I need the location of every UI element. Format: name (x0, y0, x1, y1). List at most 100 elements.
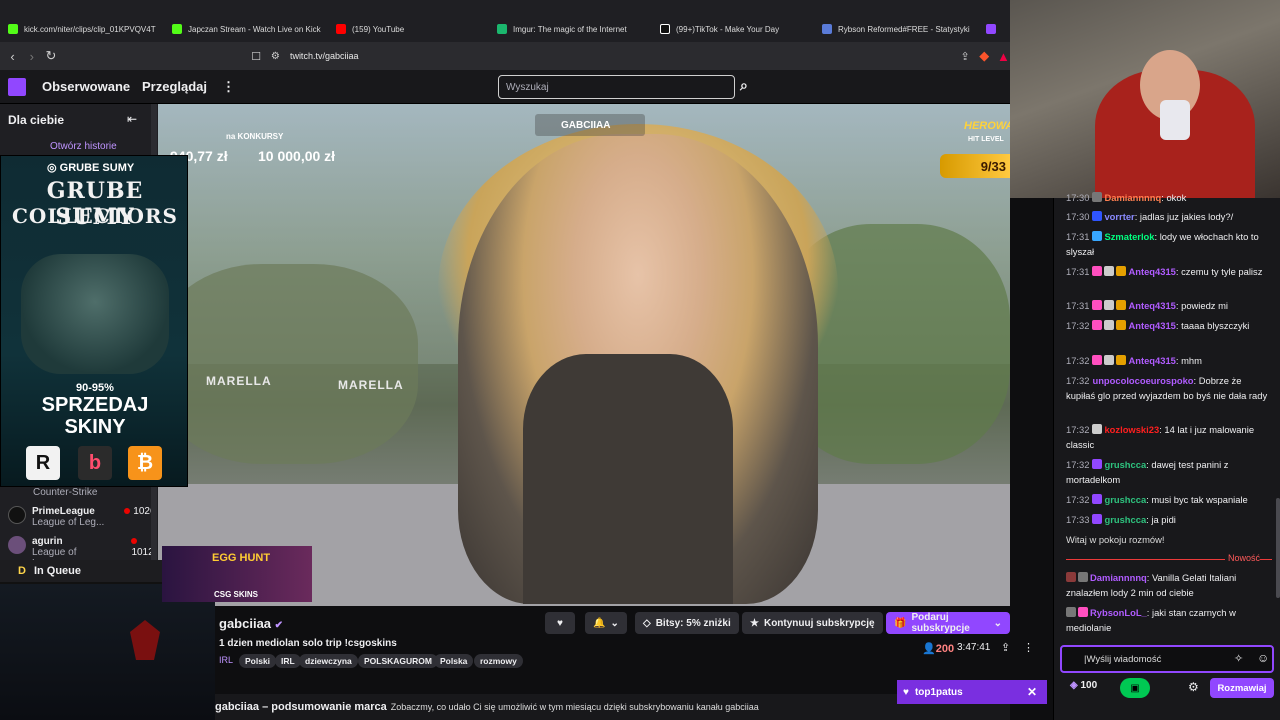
viewer-count: 👤200 (922, 643, 955, 655)
chat-send-button[interactable]: Rozmawiaj (1210, 678, 1274, 698)
chat-scrollbar[interactable] (1276, 498, 1280, 598)
streamer-name[interactable]: gabciiaa ✔ (219, 616, 283, 631)
badge-icon (1078, 607, 1088, 617)
browser-tab[interactable]: Imgur: The magic of the Internet (497, 18, 647, 40)
channel-watermark: GABCIIAA (535, 114, 645, 136)
badge-icon (1116, 300, 1127, 310)
sidebar-channel[interactable]: PrimeLeague League of Leg... 1026 (8, 506, 156, 528)
badge-icon (1116, 320, 1127, 330)
badge-icon (1092, 300, 1103, 310)
sidebar-channel[interactable]: Counter-Strike (8, 487, 97, 498)
forward-icon[interactable]: › (25, 48, 38, 64)
tag[interactable]: POLSKAGUROM (358, 654, 438, 668)
close-icon[interactable]: ✕ (1027, 685, 1037, 699)
nav-followed[interactable]: Obserwowane (42, 79, 130, 94)
chat-message: 17:32 kozlowski23: 14 lat i juz malowanie… (1066, 424, 1255, 450)
badge-icon (1116, 266, 1127, 276)
chat-message: 17:30 Damiannnnq: okok (1066, 192, 1187, 203)
browser-tab[interactable]: (159) YouTube (336, 18, 486, 40)
tag[interactable]: IRL (275, 654, 301, 668)
emote-icon[interactable]: ☺ (1257, 651, 1269, 665)
browser-tab[interactable]: (99+)TikTok - Make Your Day (660, 18, 810, 40)
browser-tab[interactable]: Rybson Reformed#FREE - Statystyki (822, 18, 972, 40)
promo-overlay: ◎ GRUBE SUMY GRUBE SUMY COLLECTORS 90-95… (0, 155, 188, 487)
stream-title: 1 dzien mediolan solo trip !csgoskins (219, 638, 397, 649)
chat-message: 17:31 Szmaterlok: lody we włochach kto to… (1066, 231, 1259, 257)
tiktok-icon (660, 24, 670, 34)
address-bar: ‹ › ↻ ☐ ⚙ twitch.tv/gabciiaa ⇪ ◆ ▲ (0, 42, 1010, 70)
open-stories-link[interactable]: Otwórz historie (50, 141, 117, 152)
video-player[interactable]: MARELLA MARELLA na KONKURSY 940,77 zł 10… (158, 104, 1010, 606)
webcam-overlay (1010, 0, 1280, 198)
follow-heart-icon[interactable]: ♥ (545, 612, 575, 634)
notifications-button[interactable]: 🔔 ⌄ (585, 612, 627, 634)
chat-message: 17:32 unpocolocoeurospoko: Dobrze że kupi… (1066, 375, 1268, 401)
uptime: 3:47:41 (957, 642, 991, 653)
back-icon[interactable]: ‹ (6, 48, 19, 64)
bits-icon: ◇ (643, 617, 651, 629)
reward-claim-icon[interactable]: ▣ (1120, 678, 1150, 698)
brave-shield-icon[interactable]: ◆ (978, 48, 991, 64)
promo-discount: 90-95% (76, 382, 114, 394)
promo-subtitle: COLLECTORS (12, 204, 178, 228)
share-icon[interactable]: ⇪ (958, 48, 971, 64)
site-info-icon[interactable]: ⚙ (269, 48, 282, 64)
browser-tab[interactable]: kick.com/niter/clips/clip_01KPVQV4T (8, 18, 158, 40)
gift-sub-button[interactable]: 🎁 Podaruj subskrypcje ⌄ (886, 612, 1010, 634)
brand-b-icon: b (78, 446, 112, 480)
badge-icon (1092, 355, 1103, 365)
twitch-icon (986, 24, 996, 34)
chat-message: 17:32 Anteq4315: taaaa blyszczyki (1066, 320, 1250, 331)
more-menu-icon[interactable]: ⋮ (222, 79, 235, 95)
bits-cheer-icon[interactable]: ✧ (1234, 652, 1243, 665)
tag[interactable]: dziewczyna (299, 654, 358, 668)
recap-banner[interactable]: gabciiaa – podsumowanie marca Zobaczmy, c… (215, 694, 1010, 720)
nav-browse[interactable]: Przeglądaj (142, 79, 207, 94)
badge-icon (1092, 494, 1103, 504)
search-input[interactable]: Wyszukaj (498, 75, 735, 99)
more-options-icon[interactable]: ⋮ (1023, 641, 1034, 654)
points-icon: ◈ (1070, 680, 1078, 691)
badge-icon (1104, 320, 1115, 330)
contest-label: na KONKURSY (226, 132, 284, 141)
badge-icon (1078, 572, 1088, 582)
chevron-down-icon: ⌄ (993, 617, 1002, 629)
badge-icon (1092, 320, 1103, 330)
hero-level-bar: 9/33 (940, 154, 1010, 178)
badge-icon (1092, 514, 1103, 524)
bookmark-icon[interactable]: ☐ (250, 48, 263, 64)
tag[interactable]: Polski (239, 654, 277, 668)
live-indicator (124, 508, 131, 514)
chat-message: 17:31 Anteq4315: powiedz mi (1066, 300, 1228, 311)
badge-icon (1104, 355, 1115, 365)
tag[interactable]: rozmowy (474, 654, 523, 668)
bits-button[interactable]: ◇ Bitsy: 5% zniżki (635, 612, 739, 634)
tag[interactable]: Polska (434, 654, 474, 668)
badge-icon (1092, 266, 1103, 276)
url-field[interactable]: twitch.tv/gabciiaa (290, 51, 359, 61)
reload-icon[interactable]: ↻ (44, 48, 57, 64)
store-sign: MARELLA (338, 378, 404, 392)
continue-sub-button[interactable]: ★ Kontynuuj subskrypcję (742, 612, 883, 634)
chat-settings-icon[interactable]: ⚙ (1188, 680, 1199, 694)
search-icon[interactable]: ⌕ (740, 77, 748, 94)
rewards-icon[interactable]: ▲ (997, 48, 1010, 64)
browser-tab[interactable]: Japczan Stream - Watch Live on Kick (172, 18, 322, 40)
chat-message: 17:30 vorrter: jadlas juz jakies lody?/ (1066, 211, 1234, 222)
heart-icon: ♥ (903, 686, 909, 698)
live-indicator (131, 538, 138, 544)
hero-title: HEROWA (964, 120, 1010, 132)
share-icon[interactable]: ⇪ (1001, 641, 1010, 654)
kick-icon (8, 24, 18, 34)
cup (1160, 100, 1190, 140)
badge-icon (1092, 459, 1103, 469)
collapse-sidebar-icon[interactable]: ⇤ (127, 112, 137, 126)
badge-icon (1116, 355, 1127, 365)
stream-category[interactable]: IRL (219, 655, 233, 665)
twitch-logo-icon[interactable] (8, 78, 26, 96)
chat-message: 17:32 Anteq4315: mhm (1066, 355, 1202, 366)
channel-points[interactable]: ◈ 100 (1070, 680, 1097, 691)
gift-toast[interactable]: ♥ top1patus ✕ (897, 680, 1047, 704)
browser-tab-active[interactable] (986, 18, 1006, 40)
star-icon: ★ (750, 617, 759, 629)
